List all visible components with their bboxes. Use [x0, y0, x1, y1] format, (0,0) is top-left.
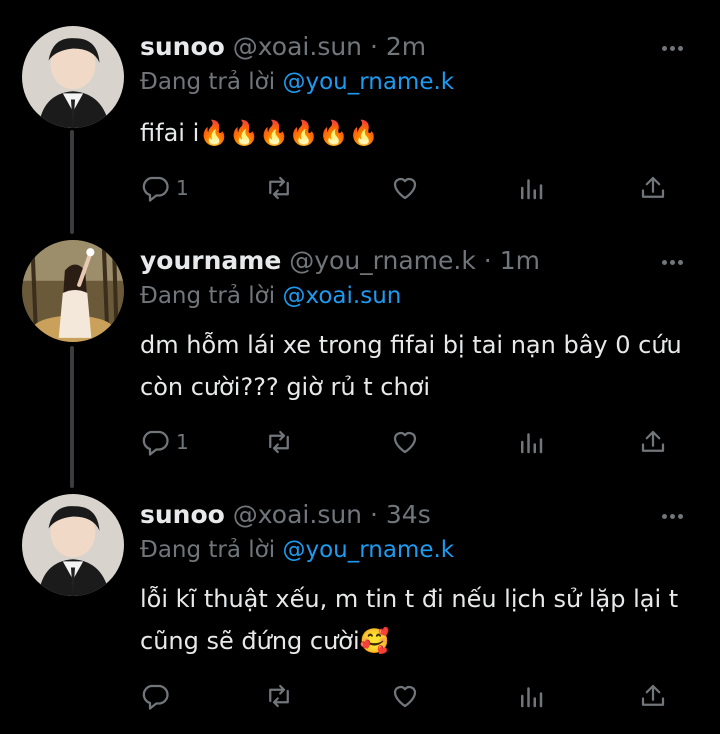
reply-icon	[142, 176, 169, 202]
replying-to: Đang trả lời @you_rname.k	[140, 66, 454, 98]
like-icon	[393, 431, 417, 454]
views-button[interactable]	[516, 168, 546, 208]
tweet-text: fifai i🔥🔥🔥🔥🔥🔥	[140, 119, 379, 147]
replying-to: Đang trả lời @you_rname.k	[140, 534, 454, 566]
retweet-button[interactable]	[264, 676, 294, 716]
avatar-image	[22, 240, 124, 342]
avatar[interactable]	[22, 26, 124, 128]
user-handle[interactable]: @xoai.sun	[233, 500, 362, 529]
views-icon	[521, 179, 543, 200]
retweet-icon	[269, 684, 289, 708]
tweet-text: dm hỗm lái xe trong fifai bị tai nạn bây…	[140, 331, 682, 401]
retweet-button[interactable]	[264, 168, 294, 208]
reply-icon	[142, 430, 169, 456]
display-name[interactable]: sunoo	[140, 32, 225, 61]
retweet-icon	[269, 176, 289, 200]
mention-link[interactable]: @xoai.sun	[282, 283, 401, 309]
reply-button[interactable]: 1	[140, 422, 189, 462]
avatar-image	[22, 494, 124, 596]
user-handle[interactable]: @xoai.sun	[233, 32, 362, 61]
retweet-button[interactable]	[264, 422, 294, 462]
replying-to: Đang trả lời @xoai.sun	[140, 280, 401, 312]
reply-icon	[142, 684, 169, 710]
tweet-actions: 1	[140, 422, 680, 462]
separator: ·	[369, 32, 378, 61]
like-button[interactable]	[390, 422, 420, 462]
more-icon[interactable]	[662, 36, 694, 54]
views-button[interactable]	[516, 422, 546, 462]
share-icon	[641, 430, 665, 452]
timestamp[interactable]: 34s	[386, 500, 431, 529]
tweet-header: yourname @you_rname.k · 1m	[140, 244, 540, 278]
like-button[interactable]	[390, 676, 420, 716]
separator: ·	[483, 246, 492, 275]
replying-to-label: Đang trả lời	[140, 283, 283, 309]
tweet-actions: 1	[140, 168, 680, 208]
share-button[interactable]	[638, 422, 668, 462]
replying-to-label: Đang trả lời	[140, 537, 283, 563]
display-name[interactable]: yourname	[140, 246, 281, 275]
replying-to-label: Đang trả lời	[140, 69, 283, 95]
reply-count: 1	[176, 430, 189, 454]
timestamp[interactable]: 1m	[500, 246, 540, 275]
views-icon	[521, 687, 543, 708]
reply-count: 1	[176, 176, 189, 200]
share-icon	[641, 684, 665, 706]
share-button[interactable]	[638, 676, 668, 716]
share-button[interactable]	[638, 168, 668, 208]
display-name[interactable]: sunoo	[140, 500, 225, 529]
avatar[interactable]	[22, 494, 124, 596]
tweet-header: sunoo @xoai.sun · 34s	[140, 498, 431, 532]
avatar-image	[22, 26, 124, 128]
separator: ·	[369, 500, 378, 529]
more-icon[interactable]	[662, 504, 694, 522]
tweet-text: lỗi kĩ thuật xếu, m tin t đi nếu lịch sử…	[140, 585, 679, 655]
share-icon	[641, 176, 665, 198]
retweet-icon	[269, 430, 289, 454]
tweet-actions	[140, 676, 680, 716]
tweet[interactable]: sunoo @xoai.sun · 34s Đang trả lời @you_…	[0, 494, 720, 730]
mention-link[interactable]: @you_rname.k	[282, 537, 454, 563]
reply-button[interactable]: 1	[140, 168, 189, 208]
views-button[interactable]	[516, 676, 546, 716]
like-icon	[393, 685, 417, 708]
tweet[interactable]: yourname @you_rname.k · 1m Đang trả lời …	[0, 240, 720, 480]
views-icon	[521, 433, 543, 454]
tweet-header: sunoo @xoai.sun · 2m	[140, 30, 426, 64]
timestamp[interactable]: 2m	[386, 32, 426, 61]
mention-link[interactable]: @you_rname.k	[282, 69, 454, 95]
avatar[interactable]	[22, 240, 124, 342]
like-button[interactable]	[390, 168, 420, 208]
like-icon	[393, 177, 417, 200]
user-handle[interactable]: @you_rname.k	[289, 246, 476, 275]
tweet[interactable]: sunoo @xoai.sun · 2m Đang trả lời @you_r…	[0, 26, 720, 226]
reply-button[interactable]	[140, 676, 176, 716]
more-icon[interactable]	[662, 250, 694, 268]
